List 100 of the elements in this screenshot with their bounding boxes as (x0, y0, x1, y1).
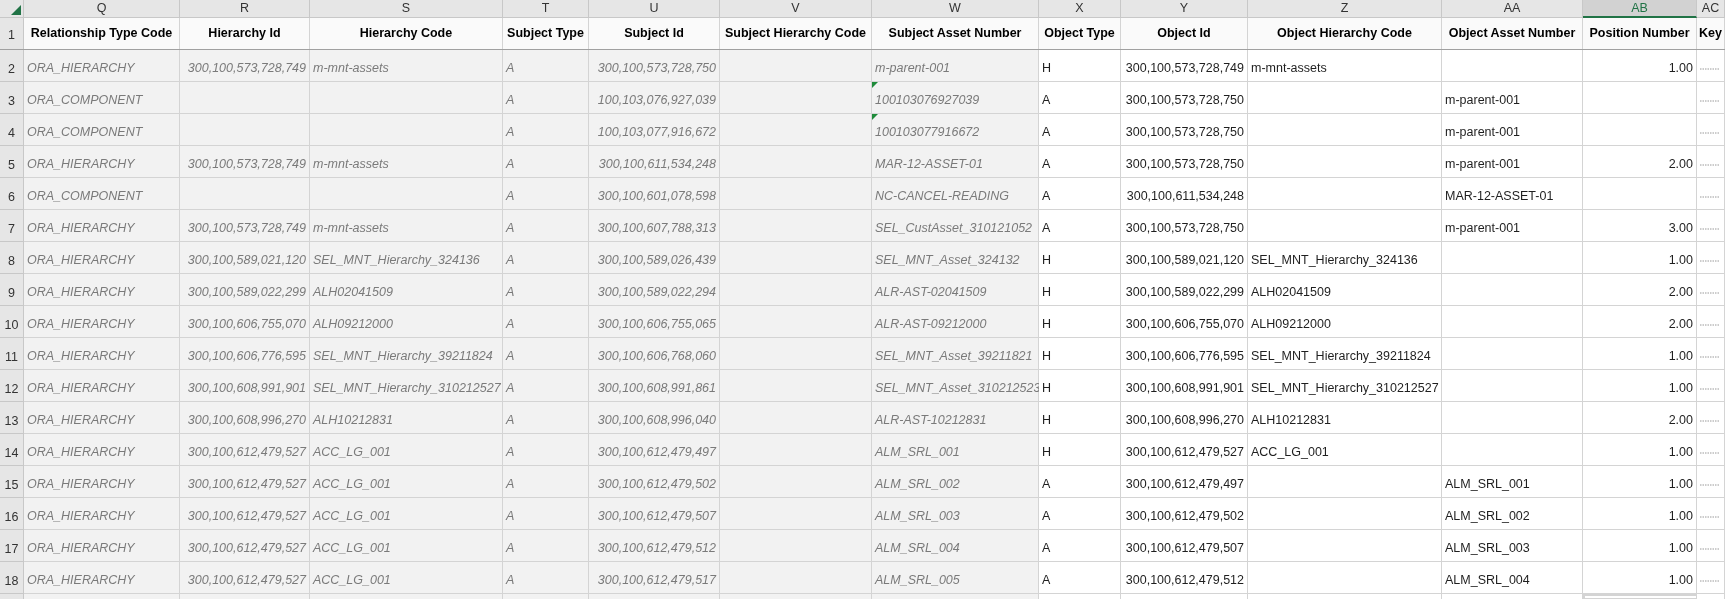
table-cell: ORA_COMPONENT (24, 178, 180, 210)
table-cell: 300,100,612,479,527 (180, 498, 310, 530)
column-header[interactable]: W (872, 0, 1039, 18)
table-cell: 300,100,612,479,502 (589, 466, 720, 498)
row-header[interactable]: 6 (0, 178, 24, 210)
table-cell: ALM_SRL_001 (872, 434, 1039, 466)
column-header[interactable]: AA (1442, 0, 1583, 18)
table-cell: ORA_HIERARCHY (24, 498, 180, 530)
table-cell: 2.00 (1583, 274, 1697, 306)
column-title: Object Type (1039, 18, 1121, 49)
column-title: Subject Type (503, 18, 589, 49)
row-header[interactable]: 11 (0, 338, 24, 370)
table-cell: NC-CANCEL-READING (872, 178, 1039, 210)
column-header[interactable]: Z (1248, 0, 1442, 18)
column-title: Object Id (1121, 18, 1248, 49)
column-header[interactable]: T (503, 0, 589, 18)
table-cell: ALH09212000 (1248, 306, 1442, 338)
table-cell: A (503, 178, 589, 210)
table-cell: 300,100,573,728,750 (1121, 82, 1248, 114)
column-header[interactable]: Q (24, 0, 180, 18)
row-header[interactable]: 14 (0, 434, 24, 466)
table-cell: H (1039, 402, 1121, 434)
table-cell: 2.00 (1583, 146, 1697, 178)
table-cell: 300,100,606,776,595 (180, 338, 310, 370)
table-cell: 300,100,589,022,294 (589, 274, 720, 306)
column-title: Hierarchy Code (310, 18, 503, 49)
table-cell: A (503, 498, 589, 530)
table-cell: 300,100,612,479,527 (180, 530, 310, 562)
table-cell: ORA_HIERARCHY (24, 50, 180, 82)
row-header[interactable]: 10 (0, 306, 24, 338)
table-cell: A (503, 242, 589, 274)
row-header[interactable]: 15 (0, 466, 24, 498)
select-all-icon[interactable] (11, 5, 21, 15)
table-cell: 300,100,612,479,527 (180, 562, 310, 594)
table-cell: 300,100,573,728,750 (589, 50, 720, 82)
row-header[interactable]: 5 (0, 146, 24, 178)
active-cell[interactable] (1583, 594, 1697, 599)
table-cell: SEL_MNT_Hierarchy_310212527 (1248, 370, 1442, 402)
row-header[interactable]: 12 (0, 370, 24, 402)
table-cell: 300,100,612,479,527 (180, 434, 310, 466)
row-header[interactable]: 18 (0, 562, 24, 594)
table-cell: A (1039, 178, 1121, 210)
table-cell: A (1039, 114, 1121, 146)
table-cell: ALH02041509 (1248, 274, 1442, 306)
table-cell: ALM_SRL_003 (872, 498, 1039, 530)
table-cell: 300,100,612,479,527 (180, 466, 310, 498)
column-header[interactable]: V (720, 0, 872, 18)
table-cell: SEL_MNT_Hierarchy_39211824 (1248, 338, 1442, 370)
table-cell: ORA_HIERARCHY (24, 274, 180, 306)
table-cell: A (503, 530, 589, 562)
table-cell: 300,100,612,479,497 (589, 434, 720, 466)
column-header[interactable]: AC (1697, 0, 1725, 18)
table-cell: 300,100,612,479,517 (589, 562, 720, 594)
table-cell: A (1039, 562, 1121, 594)
table-cell: m-mnt-assets (1248, 50, 1442, 82)
table-cell: H (1039, 370, 1121, 402)
row-header[interactable]: 13 (0, 402, 24, 434)
row-header[interactable]: 7 (0, 210, 24, 242)
table-cell: 300,100,601,078,598 (589, 178, 720, 210)
table-cell: 300,100,573,728,749 (180, 210, 310, 242)
table-cell: 1.00 (1583, 434, 1697, 466)
column-header[interactable]: U (589, 0, 720, 18)
row-header[interactable]: 4 (0, 114, 24, 146)
table-cell: 300,100,611,534,248 (1121, 178, 1248, 210)
row-header[interactable]: 2 (0, 50, 24, 82)
row-header[interactable] (0, 594, 24, 599)
table-cell: ORA_HIERARCHY (24, 242, 180, 274)
row-header[interactable]: 16 (0, 498, 24, 530)
table-cell: 300,100,608,991,901 (1121, 370, 1248, 402)
table-cell: ORA_COMPONENT (24, 114, 180, 146)
row-header[interactable]: 3 (0, 82, 24, 114)
column-header[interactable]: R (180, 0, 310, 18)
column-header[interactable]: X (1039, 0, 1121, 18)
table-cell: 300,100,606,755,070 (1121, 306, 1248, 338)
table-cell: 300,100,612,479,512 (1121, 562, 1248, 594)
table-cell: 300,100,608,996,040 (589, 402, 720, 434)
table-cell: ORA_HIERARCHY (24, 562, 180, 594)
table-cell: A (503, 306, 589, 338)
table-cell: 300,100,573,728,750 (1121, 146, 1248, 178)
table-cell: 300,100,589,026,439 (589, 242, 720, 274)
row-header[interactable]: 1 (0, 18, 24, 49)
column-header[interactable]: S (310, 0, 503, 18)
table-cell: ACC_LG_001 (310, 498, 503, 530)
table-cell: 300,100,612,479,527 (1121, 434, 1248, 466)
column-header[interactable]: Y (1121, 0, 1248, 18)
table-cell: 300,100,606,776,595 (1121, 338, 1248, 370)
row-header[interactable]: 17 (0, 530, 24, 562)
table-cell: ALH10212831 (1248, 402, 1442, 434)
table-cell: ALM_SRL_001 (1442, 466, 1583, 498)
table-cell: 300,100,573,728,749 (180, 146, 310, 178)
table-cell: 300,100,606,755,065 (589, 306, 720, 338)
row-header[interactable]: 9 (0, 274, 24, 306)
table-cell: ORA_COMPONENT (24, 82, 180, 114)
table-cell: A (503, 402, 589, 434)
table-cell: H (1039, 50, 1121, 82)
row-header[interactable]: 8 (0, 242, 24, 274)
column-header[interactable]: AB (1583, 0, 1697, 18)
table-cell: SEL_MNT_Asset_324132 (872, 242, 1039, 274)
column-title: Subject Id (589, 18, 720, 49)
table-cell: 300,100,607,788,313 (589, 210, 720, 242)
